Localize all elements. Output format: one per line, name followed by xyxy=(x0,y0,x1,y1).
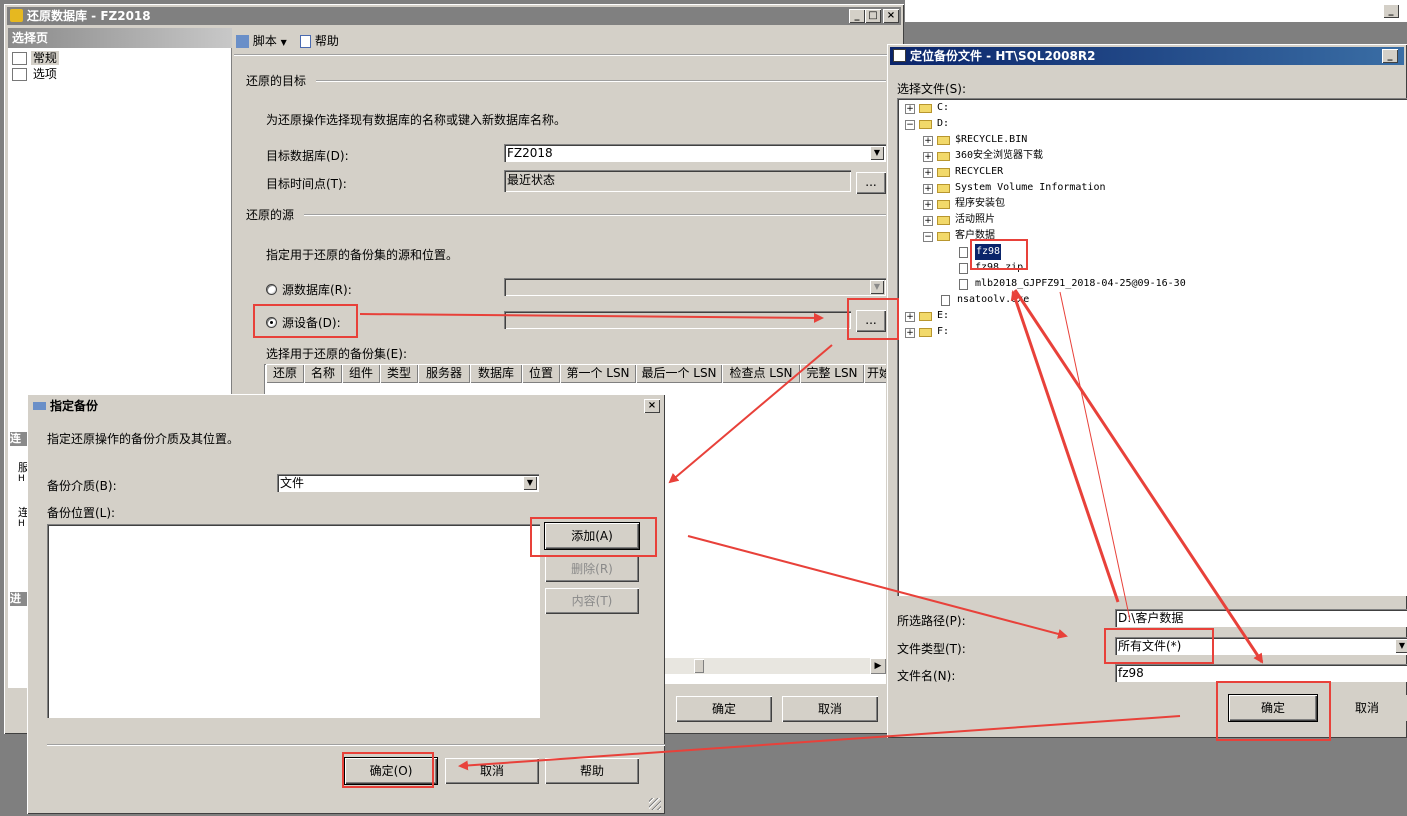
annotation-arrows xyxy=(359,289,1264,771)
arrow-ok-to-fz98 xyxy=(1010,290,1120,603)
arrow-add-to-file-type xyxy=(687,535,1068,639)
arrow-source-to-browse xyxy=(359,312,824,323)
arrow-browse-to-specify xyxy=(668,344,833,484)
arrow-fz98-to-file-type-thin xyxy=(1059,291,1131,621)
arrow-fz98-to-ok xyxy=(1013,289,1264,664)
arrow-locate-ok-to-specify-ok xyxy=(458,715,1181,771)
